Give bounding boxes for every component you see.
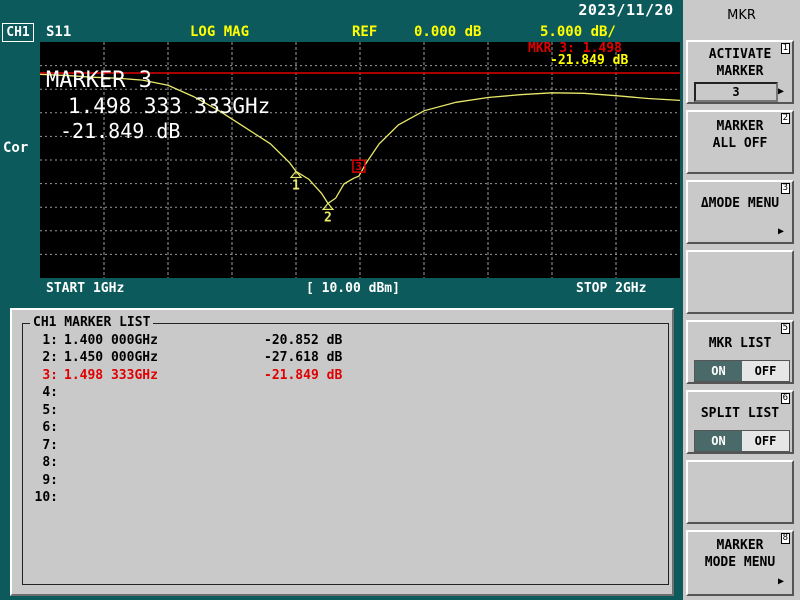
on-off-switch[interactable]: ON OFF	[694, 430, 790, 452]
ref-label: REF	[352, 24, 378, 40]
s-parameter: S11	[46, 24, 72, 40]
marker-index: 6:	[42, 420, 58, 435]
on-option[interactable]: ON	[695, 431, 742, 451]
marker-index: 9:	[42, 473, 58, 488]
submenu-arrow-icon: ▶	[777, 86, 784, 97]
softkey-label: MARKER	[716, 538, 764, 553]
ref-value: 0.000 dB	[414, 24, 482, 40]
channel-indicator[interactable]: CH1	[2, 23, 34, 42]
marker-frequency: 1.450 000GHz	[64, 350, 158, 365]
softkey-number: 3	[780, 183, 790, 194]
marker-index: 10:	[34, 490, 58, 505]
marker-row-active[interactable]: 3: 1.498 333GHz -21.849 dB	[30, 368, 384, 385]
softkey-blank-4[interactable]	[686, 250, 794, 314]
marker-index: 4:	[42, 385, 58, 400]
softkey-label: MARKER	[716, 64, 764, 79]
trace-plot[interactable]: 1 2 3 MKR 3: 1.498 -21.849 dB MARKER 3 1…	[39, 41, 681, 278]
off-option[interactable]: OFF	[742, 431, 789, 451]
marker-index: 2:	[42, 350, 58, 365]
marker-index: 8:	[42, 455, 58, 470]
softkey-label: MKR LIST	[708, 336, 772, 351]
marker-value: -27.618 dB	[264, 350, 343, 365]
split-list-toggle[interactable]: 6 SPLIT LIST ON OFF	[686, 390, 794, 454]
softkey-label: SPLIT LIST	[700, 406, 780, 421]
source-power[interactable]: [ 10.00 dBm]	[306, 281, 400, 296]
marker-index: 1:	[42, 333, 58, 348]
marker-row[interactable]: 2: 1.450 000GHz -27.618 dB	[30, 350, 384, 367]
delta-mode-menu-button[interactable]: 3 ΔMODE MENU ▶	[686, 180, 794, 244]
marker-row[interactable]: 4:	[30, 385, 384, 402]
markers	[289, 159, 366, 210]
marker-row[interactable]: 1: 1.400 000GHz -20.852 dB	[30, 333, 384, 350]
softkey-label: ACTIVATE	[708, 47, 772, 62]
activate-marker-button[interactable]: 1 ACTIVATE MARKER 3 ▶	[686, 40, 794, 104]
marker-row[interactable]: 8:	[30, 455, 384, 472]
marker-index: 7:	[42, 438, 58, 453]
softkey-number: 6	[780, 393, 790, 404]
softkey-label: ALL OFF	[712, 136, 768, 151]
softkey-menu-title: MKR	[727, 8, 756, 23]
marker-2-symbol	[321, 202, 335, 210]
on-option[interactable]: ON	[695, 361, 742, 381]
marker-index: 5:	[42, 403, 58, 418]
softkey-label: MODE MENU	[704, 555, 776, 570]
softkey-label: MARKER	[716, 119, 764, 134]
marker-frequency: 1.498 333GHz	[64, 368, 158, 383]
active-marker-value-box[interactable]: 3	[694, 82, 778, 102]
marker-3-label: 3	[355, 160, 362, 173]
softkey-number: 5	[780, 323, 790, 334]
marker-readout-line2: -21.849 dB	[550, 53, 628, 68]
marker-1-label: 1	[292, 178, 300, 193]
on-off-switch[interactable]: ON OFF	[694, 360, 790, 382]
marker-value: -20.852 dB	[264, 333, 343, 348]
correction-indicator: Cor	[3, 140, 29, 156]
marker-mode-menu-button[interactable]: 8 MARKER MODE MENU ▶	[686, 530, 794, 596]
off-option[interactable]: OFF	[742, 361, 789, 381]
marker-row[interactable]: 7:	[30, 438, 384, 455]
stop-frequency[interactable]: STOP 2GHz	[576, 281, 646, 296]
marker-list-toggle[interactable]: 5 MKR LIST ON OFF	[686, 320, 794, 384]
submenu-arrow-icon: ▶	[777, 226, 784, 237]
softkey-label: ΔMODE MENU	[700, 196, 780, 211]
marker-value: -21.849 dB	[264, 368, 343, 383]
softkey-blank-7[interactable]	[686, 460, 794, 524]
marker-list-title: CH1 MARKER LIST	[30, 315, 154, 330]
marker-row[interactable]: 6:	[30, 420, 384, 437]
format-label: LOG MAG	[190, 24, 250, 40]
marker-index: 3:	[42, 368, 58, 383]
trace-graph: 1 2 3 MKR 3: 1.498 -21.849 dB MARKER 3 1…	[39, 41, 681, 278]
marker-row[interactable]: 10:	[30, 490, 384, 507]
active-marker-frequency: 1.498 333 333GHz	[68, 94, 270, 118]
scale-value: 5.000 dB/	[540, 24, 616, 40]
submenu-arrow-icon: ▶	[777, 576, 784, 587]
marker-2-label: 2	[324, 210, 332, 225]
active-marker-value: -21.849 dB	[60, 119, 180, 143]
marker-all-off-button[interactable]: 2 MARKER ALL OFF	[686, 110, 794, 174]
marker-row[interactable]: 5:	[30, 403, 384, 420]
marker-frequency: 1.400 000GHz	[64, 333, 158, 348]
active-marker-name: MARKER 3	[46, 68, 152, 93]
start-frequency[interactable]: START 1GHz	[46, 281, 124, 296]
marker-row[interactable]: 9:	[30, 473, 384, 490]
